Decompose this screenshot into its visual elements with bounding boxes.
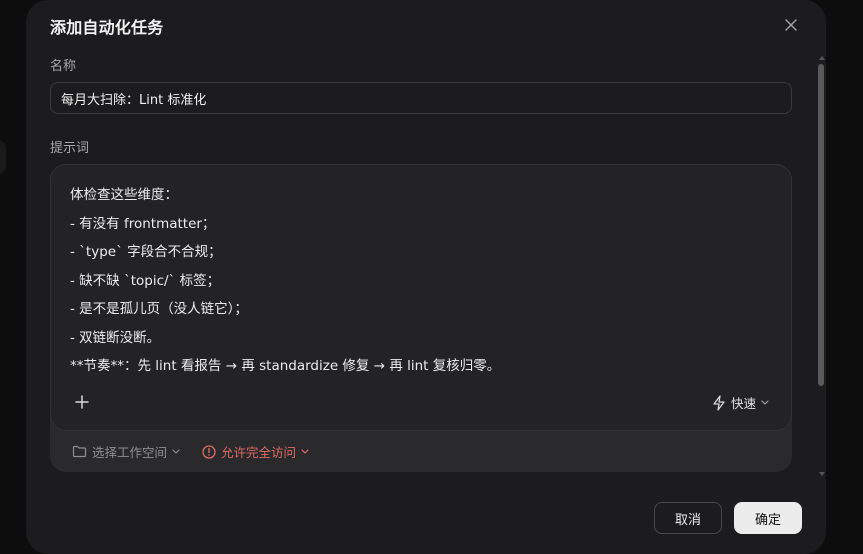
prompt-label: 提示词 xyxy=(50,141,90,156)
prompt-composer: 体检查这些维度： - 有没有 frontmatter； - `type` 字段合… xyxy=(50,164,792,472)
name-label: 名称 xyxy=(50,59,77,74)
cancel-button[interactable]: 取消 xyxy=(654,502,722,534)
speed-mode-label: 快速 xyxy=(730,396,756,411)
background-panel-edge xyxy=(0,140,6,174)
chevron-down-icon xyxy=(301,448,309,454)
prompt-editor[interactable]: 体检查这些维度： - 有没有 frontmatter； - `type` 字段合… xyxy=(50,164,792,431)
prompt-line: **节奏**：先 lint 看报告 → 再 standardize 修复 → 再… xyxy=(70,358,501,374)
scrollbar-thumb[interactable] xyxy=(818,64,824,386)
confirm-button[interactable]: 确定 xyxy=(734,502,802,534)
scroll-down-arrow[interactable] xyxy=(819,472,825,476)
workspace-select[interactable]: 选择工作空间 xyxy=(72,442,180,461)
prompt-text[interactable]: 体检查这些维度： - 有没有 frontmatter； - `type` 字段合… xyxy=(70,181,770,381)
plus-icon xyxy=(75,395,89,409)
workspace-select-label: 选择工作空间 xyxy=(92,445,168,460)
lightning-icon xyxy=(713,394,725,411)
dialog-scrollbar[interactable] xyxy=(818,56,826,476)
chevron-down-icon xyxy=(172,448,180,454)
full-access-label: 允许完全访问 xyxy=(221,445,297,460)
prompt-line: - 是不是孤儿页（没人链它）； xyxy=(70,301,248,317)
name-input[interactable] xyxy=(50,82,792,114)
prompt-line: - 缺不缺 `topic/` 标签； xyxy=(70,272,221,289)
add-automation-dialog: 添加自动化任务 名称 提示词 体检查这些维度： - 有没有 frontmatte… xyxy=(26,0,826,554)
close-icon xyxy=(785,19,797,31)
composer-footer: 选择工作空间 允许完全访问 xyxy=(72,442,309,461)
prompt-line: 体检查这些维度： xyxy=(70,187,178,203)
full-access-select[interactable]: 允许完全访问 xyxy=(202,442,309,461)
prompt-line: - 有没有 frontmatter； xyxy=(70,215,216,232)
folder-icon xyxy=(72,445,87,458)
close-button[interactable] xyxy=(780,14,802,36)
prompt-line: - 双链断没断。 xyxy=(70,329,161,346)
dialog-title: 添加自动化任务 xyxy=(50,18,164,37)
alert-circle-icon xyxy=(202,444,216,459)
add-attachment-button[interactable] xyxy=(71,391,93,413)
chevron-down-icon xyxy=(761,399,769,405)
prompt-line: - `type` 字段合不合规； xyxy=(70,244,222,260)
scroll-up-arrow[interactable] xyxy=(819,56,825,60)
speed-mode-select[interactable]: 快速 xyxy=(712,393,769,412)
